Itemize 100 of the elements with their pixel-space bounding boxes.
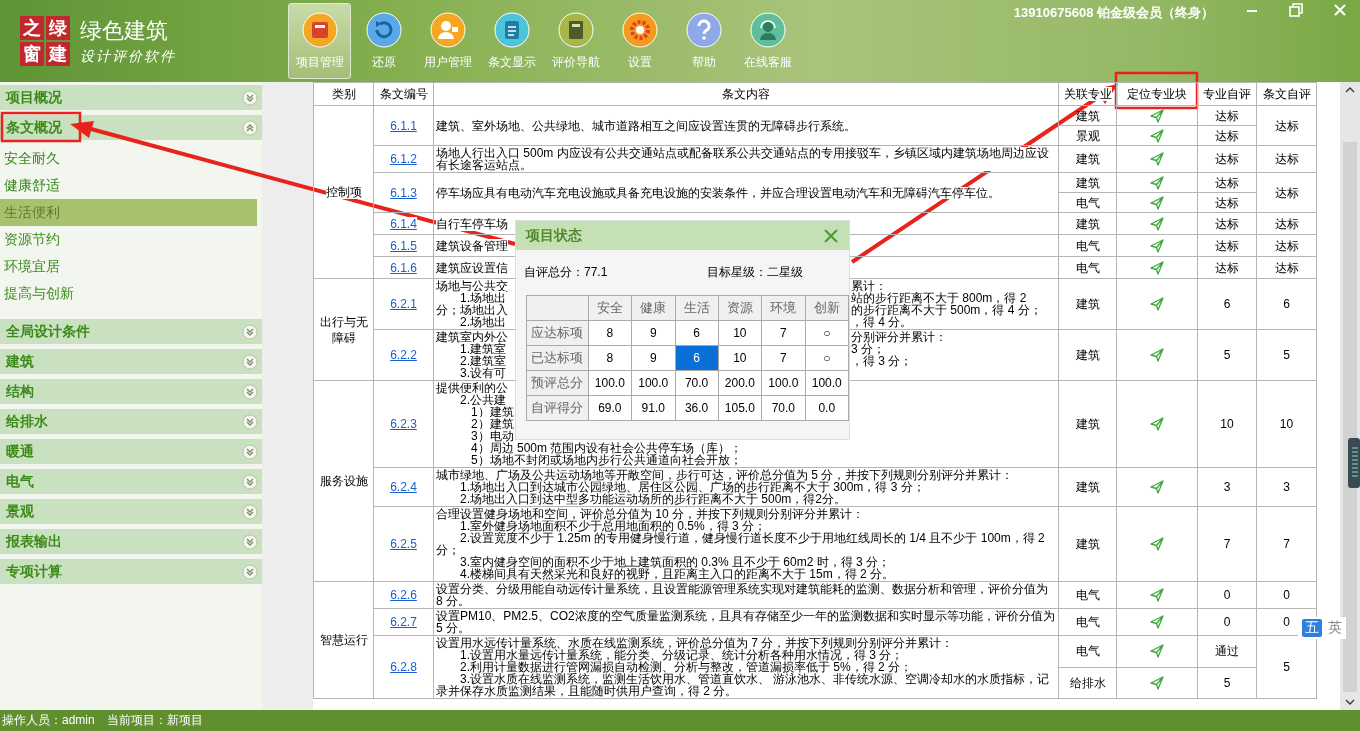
sidebar-section[interactable]: 暖通: [0, 439, 262, 464]
clause-link[interactable]: 6.1.6: [390, 260, 417, 275]
sidebar-section[interactable]: 建筑: [0, 349, 262, 374]
discipline-cell: 电气: [1058, 581, 1117, 609]
expand-icon: [242, 353, 258, 370]
category-cell: 出行与无障碍: [313, 278, 374, 381]
discipline-cell: 建筑: [1058, 467, 1117, 507]
clause-eval-cell: 达标: [1256, 212, 1317, 235]
self-eval-cell: 0: [1197, 608, 1257, 636]
clause-link[interactable]: 6.2.2: [390, 348, 417, 362]
scrollbar[interactable]: [1340, 82, 1360, 710]
send-icon[interactable]: [1149, 536, 1165, 552]
user-icon: [429, 11, 466, 48]
total-score-label: 自评总分：77.1: [524, 264, 609, 281]
send-icon[interactable]: [1149, 107, 1165, 124]
clause-eval-cell: 7: [1256, 506, 1317, 582]
send-icon[interactable]: [1149, 587, 1165, 603]
close-icon[interactable]: [1332, 2, 1348, 18]
column-header: 健康: [631, 295, 675, 321]
sidebar-section[interactable]: 报表输出: [0, 529, 262, 554]
clause-link[interactable]: 6.1.1: [390, 118, 417, 133]
account-label: 13910675608 铂金级会员（终身）: [1013, 4, 1214, 22]
category-cell: 智慧运行: [313, 581, 374, 699]
clause-link[interactable]: 6.2.1: [390, 297, 417, 311]
send-icon[interactable]: [1149, 237, 1165, 254]
discipline-cell: 电气: [1058, 192, 1117, 213]
sidebar-section[interactable]: 条文概况: [0, 115, 262, 140]
scroll-up-icon[interactable]: [1345, 86, 1355, 94]
sidebar-section[interactable]: 专项计算: [0, 559, 262, 584]
clause-link[interactable]: 6.1.3: [390, 185, 417, 200]
expand-icon: [242, 323, 258, 340]
discipline-cell: 建筑: [1058, 145, 1117, 173]
restore-icon[interactable]: [1288, 2, 1304, 18]
clause-link[interactable]: 6.1.5: [390, 238, 417, 253]
sidebar-item[interactable]: 环境宜居: [0, 253, 257, 280]
side-handle-icon[interactable]: [1348, 438, 1360, 488]
column-header: 关联专业: [1058, 82, 1117, 106]
send-icon[interactable]: [1149, 194, 1165, 211]
clause-link[interactable]: 6.1.2: [390, 152, 417, 166]
sidebar-item[interactable]: 资源节约: [0, 226, 257, 253]
clause-link[interactable]: 6.2.7: [390, 615, 417, 629]
sidebar-section[interactable]: 电气: [0, 469, 262, 494]
send-icon[interactable]: [1149, 416, 1165, 432]
send-icon[interactable]: [1149, 479, 1165, 495]
discipline-cell: 景观: [1058, 125, 1117, 146]
expand-icon: [242, 503, 258, 520]
send-icon[interactable]: [1149, 296, 1165, 312]
clause-link[interactable]: 6.2.4: [390, 480, 417, 494]
send-icon[interactable]: [1149, 347, 1165, 363]
discipline-cell: 电气: [1058, 234, 1117, 257]
sidebar-section[interactable]: 项目概况: [0, 85, 262, 110]
send-icon[interactable]: [1149, 643, 1165, 660]
expand-icon: [242, 473, 258, 490]
discipline-cell: 建筑: [1058, 105, 1117, 126]
scroll-down-icon[interactable]: [1345, 698, 1355, 706]
target-level-label: 目标星级：二星级: [707, 264, 803, 281]
column-header: 生活: [675, 295, 719, 321]
clause-link[interactable]: 6.2.3: [390, 417, 417, 431]
send-icon[interactable]: [1149, 174, 1165, 191]
sidebar-item[interactable]: 提高与创新: [0, 280, 257, 307]
discipline-cell: 建筑: [1058, 380, 1117, 468]
send-icon[interactable]: [1149, 215, 1165, 232]
sidebar-section[interactable]: 给排水: [0, 409, 262, 434]
close-icon[interactable]: [823, 227, 839, 244]
row-header: 应达标项: [526, 320, 589, 346]
sidebar-item[interactable]: 健康舒适: [0, 172, 257, 199]
clause-eval-cell: 0: [1256, 581, 1317, 609]
app-subtitle: 设计评价软件: [80, 48, 176, 66]
clause-eval-cell: 6: [1256, 278, 1317, 330]
send-icon[interactable]: [1149, 614, 1165, 630]
clause-link[interactable]: 6.1.4: [390, 216, 417, 231]
clause-eval-cell: 达标: [1256, 256, 1317, 279]
clause-link[interactable]: 6.2.8: [390, 660, 417, 674]
self-eval-cell: 达标: [1197, 212, 1257, 235]
send-icon[interactable]: [1149, 259, 1165, 276]
expand-icon: [242, 89, 258, 106]
column-header: 条文自评: [1256, 82, 1317, 106]
send-icon[interactable]: [1149, 674, 1165, 691]
expand-icon: [242, 383, 258, 400]
sidebar-section[interactable]: 结构: [0, 379, 262, 404]
help-icon: [685, 11, 722, 48]
dialog-title: 项目状态: [526, 226, 582, 245]
self-eval-cell: 0: [1197, 581, 1257, 609]
discipline-cell: 建筑: [1058, 212, 1117, 235]
expand-icon: [242, 563, 258, 580]
column-header: 条文内容: [433, 82, 1059, 106]
column-header: 安全: [588, 295, 632, 321]
clause-link[interactable]: 6.2.5: [390, 537, 417, 551]
clause-eval-cell: 达标: [1256, 234, 1317, 257]
expand-icon: [242, 533, 258, 550]
send-icon[interactable]: [1149, 151, 1165, 167]
sidebar-section[interactable]: 全局设计条件: [0, 319, 262, 344]
collapse-icon: [242, 119, 258, 136]
sidebar-section[interactable]: 景观: [0, 499, 262, 524]
send-icon[interactable]: [1149, 127, 1165, 144]
clause-link[interactable]: 6.2.6: [390, 588, 417, 602]
row-header: 自评得分: [526, 395, 589, 421]
headset-icon: [749, 11, 786, 48]
ime-toolbar[interactable]: 五 英: [1298, 617, 1346, 639]
sidebar-item[interactable]: 安全耐久: [0, 145, 257, 172]
